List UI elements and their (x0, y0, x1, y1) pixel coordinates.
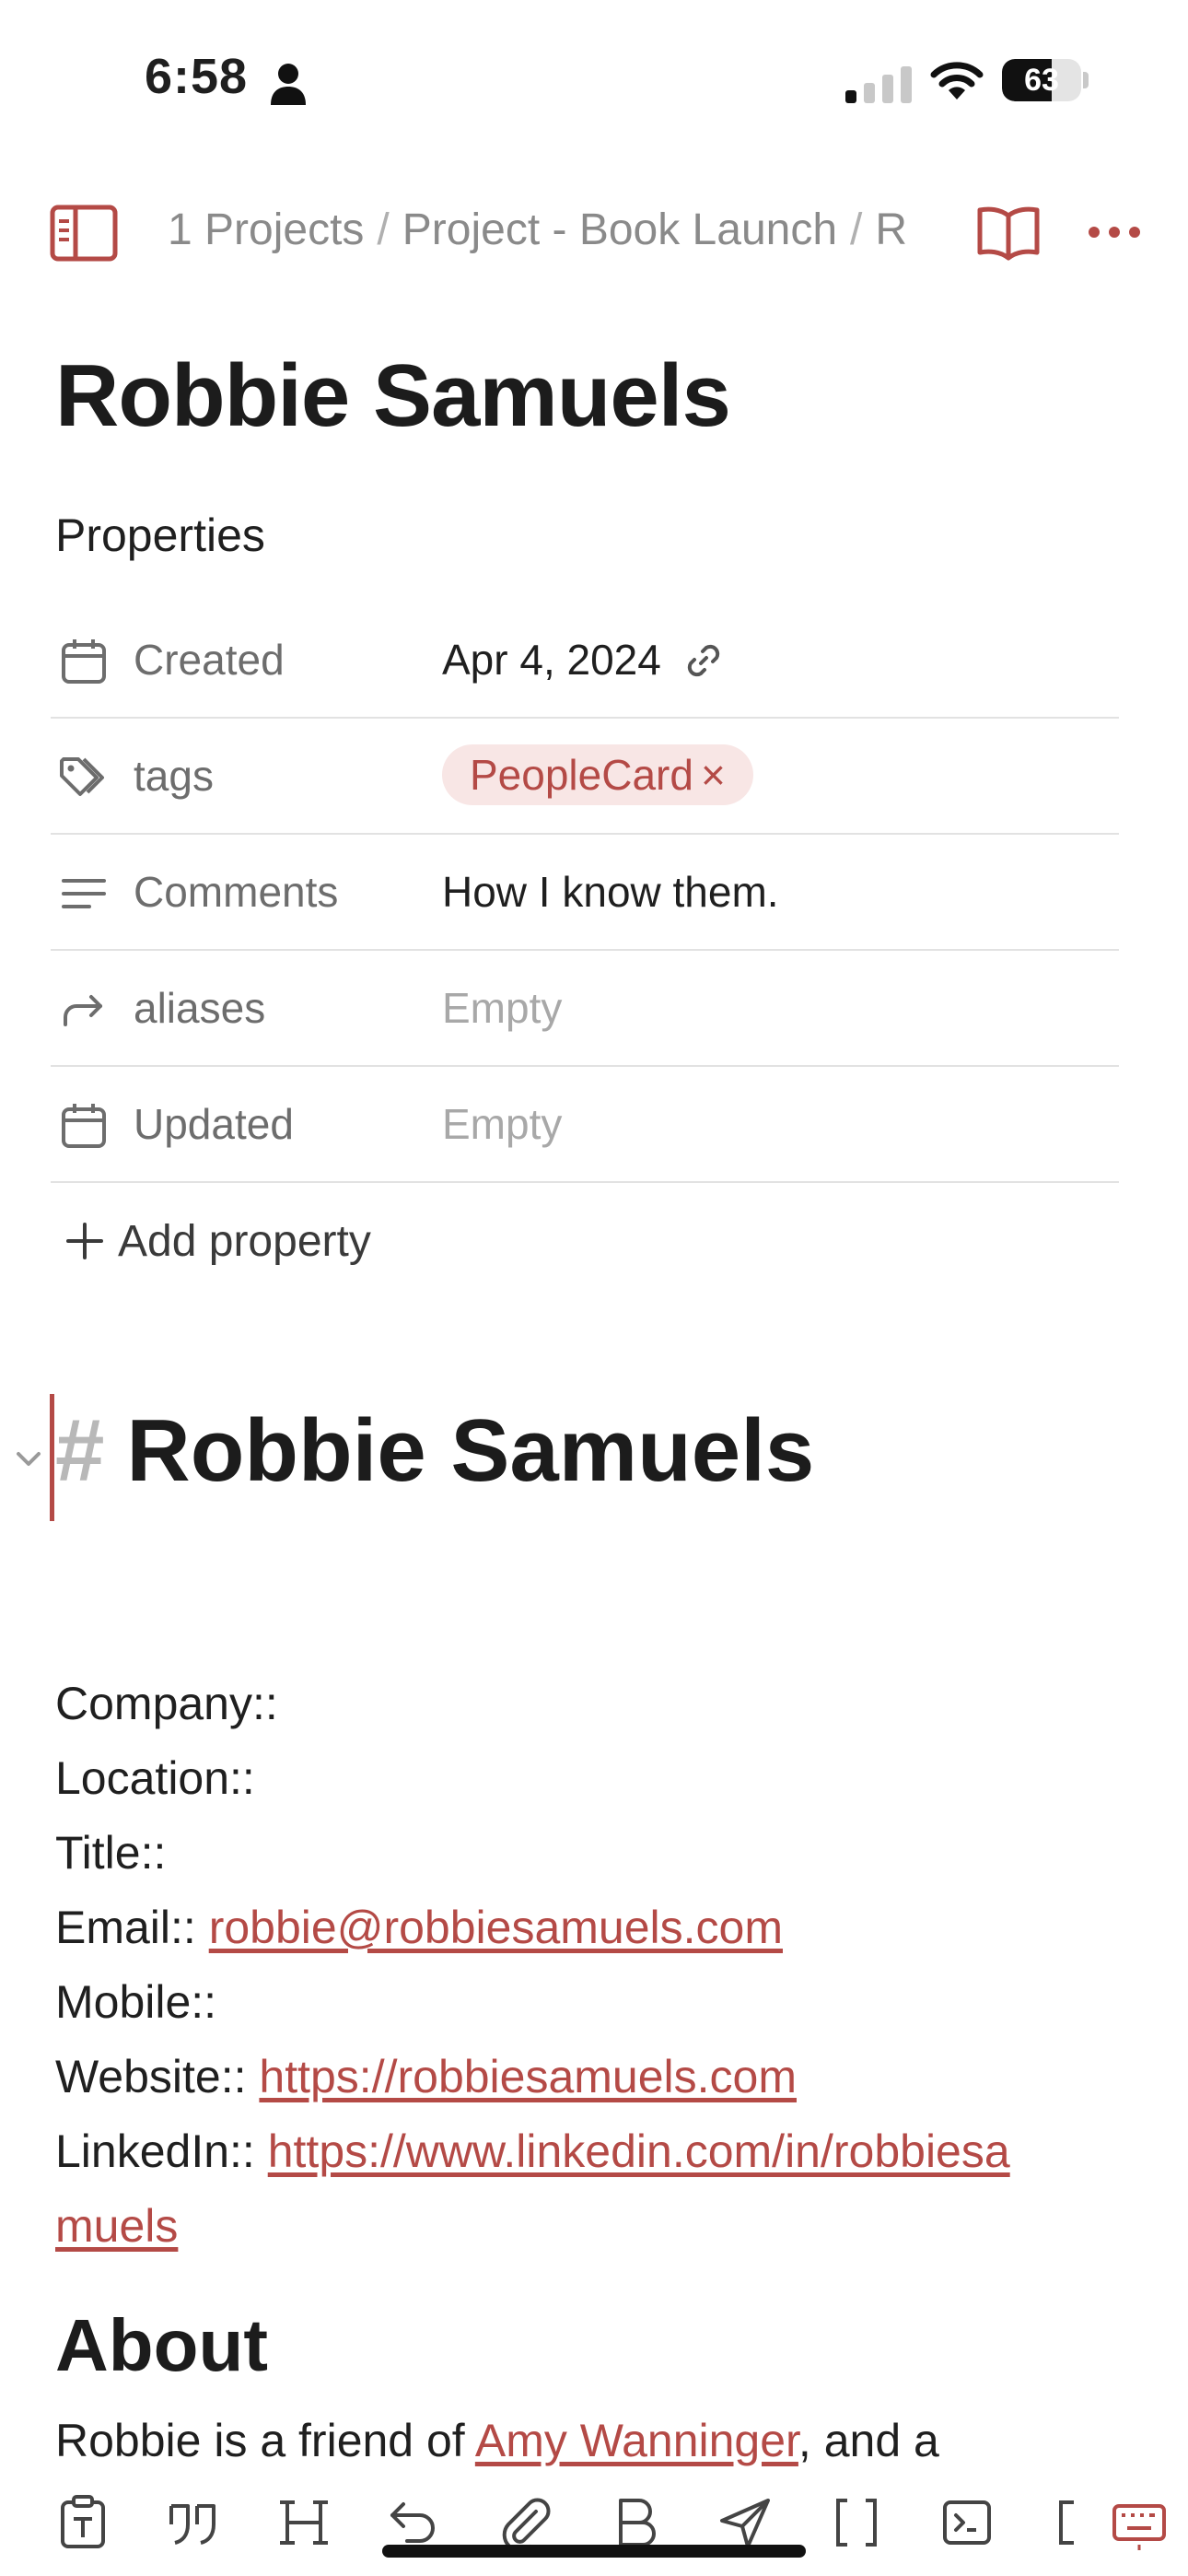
terminal-icon[interactable] (938, 2493, 996, 2552)
link-icon[interactable] (684, 641, 723, 680)
text-format-icon[interactable] (53, 2493, 112, 2552)
add-property-label: Add property (118, 1217, 371, 1266)
redirect-arrow-icon (64, 995, 102, 1026)
battery-indicator: 63 (1002, 59, 1081, 101)
field-mobile[interactable]: Mobile:: (55, 1975, 216, 2029)
quote-icon[interactable] (164, 2493, 223, 2552)
field-linkedin[interactable]: LinkedIn:: https://www.linkedin.com/in/r… (55, 2125, 1010, 2178)
calendar-icon (62, 1104, 106, 1148)
property-row-created[interactable]: Created Apr 4, 2024 (51, 603, 1119, 719)
field-linkedin-continued[interactable]: muels (55, 2199, 178, 2253)
bracket-icon[interactable] (1048, 2493, 1085, 2552)
property-label: aliases (134, 984, 266, 1032)
brackets-icon[interactable] (827, 2493, 886, 2552)
breadcrumb: 1 Projects / Project - Book Launch / R (168, 205, 932, 255)
content-heading[interactable]: # Robbie Samuels (55, 1400, 814, 1502)
reading-view-icon[interactable] (976, 205, 1041, 262)
properties-heading[interactable]: Properties (55, 509, 265, 562)
field-title[interactable]: Title:: (55, 1826, 166, 1879)
linkedin-link[interactable]: https://www.linkedin.com/in/robbiesa (268, 2125, 1010, 2177)
linkedin-link-continued[interactable]: muels (55, 2200, 178, 2252)
field-email[interactable]: Email:: robbie@robbiesamuels.com (55, 1901, 783, 1954)
person-icon (271, 64, 306, 105)
field-location[interactable]: Location:: (55, 1751, 255, 1805)
send-icon[interactable] (716, 2493, 775, 2552)
keyboard-icon[interactable] (1111, 2493, 1168, 2552)
property-row-aliases[interactable]: aliases Empty (51, 951, 1119, 1067)
add-property-button[interactable]: Add property (64, 1216, 371, 1267)
property-value-comments[interactable]: How I know them. (442, 835, 779, 949)
battery-percent: 63 (1024, 63, 1059, 98)
chevron-down-icon[interactable] (13, 1443, 44, 1474)
home-indicator[interactable] (382, 2545, 806, 2558)
field-company[interactable]: Company:: (55, 1677, 278, 1730)
property-value-updated[interactable]: Empty (442, 1067, 562, 1181)
about-heading[interactable]: About (55, 2303, 268, 2388)
remove-tag-icon[interactable]: × (701, 751, 726, 799)
website-link[interactable]: https://robbiesamuels.com (259, 2051, 797, 2102)
heading-icon[interactable] (274, 2493, 333, 2552)
breadcrumb-item[interactable]: Project - Book Launch (402, 205, 837, 254)
sidebar-toggle-icon[interactable] (50, 205, 118, 262)
cellular-signal-icon (845, 66, 912, 103)
about-paragraph[interactable]: Robbie is a friend of Amy Wanninger, and… (55, 2414, 939, 2467)
more-options-icon[interactable] (1087, 225, 1142, 240)
property-row-updated[interactable]: Updated Empty (51, 1067, 1119, 1183)
plus-icon (66, 1223, 103, 1259)
tags-icon (60, 757, 104, 796)
property-label: tags (134, 752, 214, 800)
email-link[interactable]: robbie@robbiesamuels.com (209, 1902, 783, 1953)
tag-label: PeopleCard (470, 751, 693, 799)
status-time: 6:58 (145, 49, 249, 104)
property-label: Comments (134, 868, 339, 916)
breadcrumb-separator: / (377, 205, 390, 254)
property-label: Updated (134, 1100, 294, 1148)
property-row-tags[interactable]: tags PeopleCard × (51, 719, 1119, 835)
breadcrumb-item[interactable]: R (875, 205, 907, 254)
property-row-comments[interactable]: Comments How I know them. (51, 835, 1119, 951)
amy-wanninger-link[interactable]: Amy Wanninger (475, 2415, 798, 2466)
text-cursor (50, 1394, 54, 1521)
battery-nub (1083, 72, 1089, 88)
property-value-created[interactable]: Apr 4, 2024 (442, 603, 723, 717)
page-title[interactable]: Robbie Samuels (55, 345, 731, 447)
heading-hash: # (55, 1401, 105, 1500)
editor-toolbar (0, 2478, 1188, 2576)
field-website[interactable]: Website:: https://robbiesamuels.com (55, 2050, 797, 2103)
attachment-icon[interactable] (495, 2493, 554, 2552)
heading-text: Robbie Samuels (126, 1401, 815, 1500)
calendar-icon (62, 639, 106, 684)
breadcrumb-separator: / (850, 205, 863, 254)
property-label: Created (134, 636, 285, 684)
wifi-icon (930, 62, 984, 100)
undo-icon[interactable] (385, 2493, 444, 2552)
property-value-aliases[interactable]: Empty (442, 951, 562, 1065)
lines-icon (62, 879, 106, 908)
bold-icon[interactable] (606, 2493, 665, 2552)
breadcrumb-item[interactable]: 1 Projects (168, 205, 364, 254)
tag-pill[interactable]: PeopleCard × (442, 744, 753, 805)
